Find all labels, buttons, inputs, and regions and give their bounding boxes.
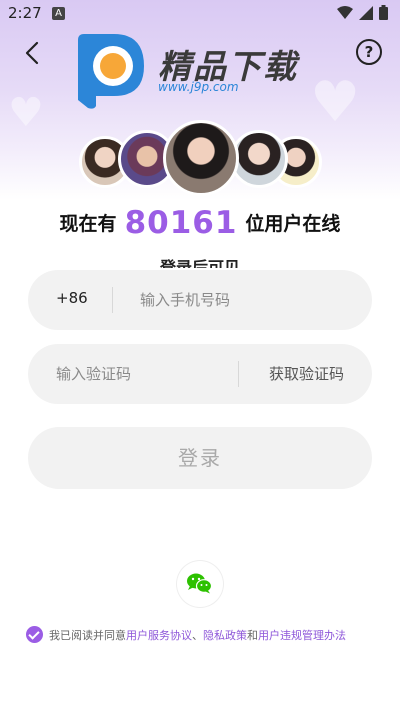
agreement-separator: 和 (247, 628, 258, 642)
get-code-button[interactable]: 获取验证码 (269, 363, 344, 384)
notification-icon: A (52, 7, 65, 20)
app-logo: 精品下载 www.j9p.com (72, 30, 322, 110)
online-prefix: 现在有 (59, 213, 117, 235)
online-suffix: 位用户在线 (245, 213, 341, 235)
agreement: 我已阅读并同意 用户服务协议、隐私政策和用户违规管理办法 (26, 626, 396, 643)
login-button[interactable]: 登录 (28, 427, 372, 489)
country-code[interactable]: +86 (56, 289, 88, 307)
help-icon: ? (364, 43, 374, 61)
back-arrow-icon (25, 41, 39, 65)
online-user-avatars (0, 120, 400, 196)
signal-icon (359, 5, 373, 20)
online-count: 80161 (124, 205, 238, 241)
divider (112, 287, 113, 313)
divider (238, 361, 239, 387)
check-icon[interactable] (26, 626, 43, 643)
logo-url: www.j9p.com (158, 80, 239, 94)
avatar (163, 120, 239, 196)
phone-input[interactable]: 输入手机号码 (140, 289, 230, 310)
help-button[interactable]: ? (356, 39, 382, 65)
code-input[interactable]: 输入验证码 (56, 363, 131, 384)
service-agreement-link[interactable]: 用户服务协议 (126, 627, 192, 643)
agreement-prefix: 我已阅读并同意 (49, 628, 126, 642)
status-bar: 2:27 A (0, 0, 400, 28)
wechat-login-button[interactable] (177, 561, 223, 607)
wifi-icon (337, 5, 353, 19)
agreement-separator: 、 (192, 628, 203, 642)
status-time: 2:27 (8, 4, 42, 22)
privacy-policy-link[interactable]: 隐私政策 (203, 627, 247, 643)
login-hint-text: 登录后可见 (159, 258, 240, 268)
online-users-text: 现在有 80161 位用户在线 (0, 205, 400, 241)
phone-field[interactable]: +86 输入手机号码 (28, 270, 372, 330)
battery-icon (379, 5, 388, 20)
back-button[interactable] (18, 38, 48, 68)
logo-p-icon (78, 34, 144, 109)
verification-code-field[interactable]: 输入验证码 获取验证码 (28, 344, 372, 404)
login-hint: 登录后可见 (0, 254, 400, 268)
wechat-icon (187, 573, 213, 594)
violation-rules-link[interactable]: 用户违规管理办法 (258, 627, 346, 643)
